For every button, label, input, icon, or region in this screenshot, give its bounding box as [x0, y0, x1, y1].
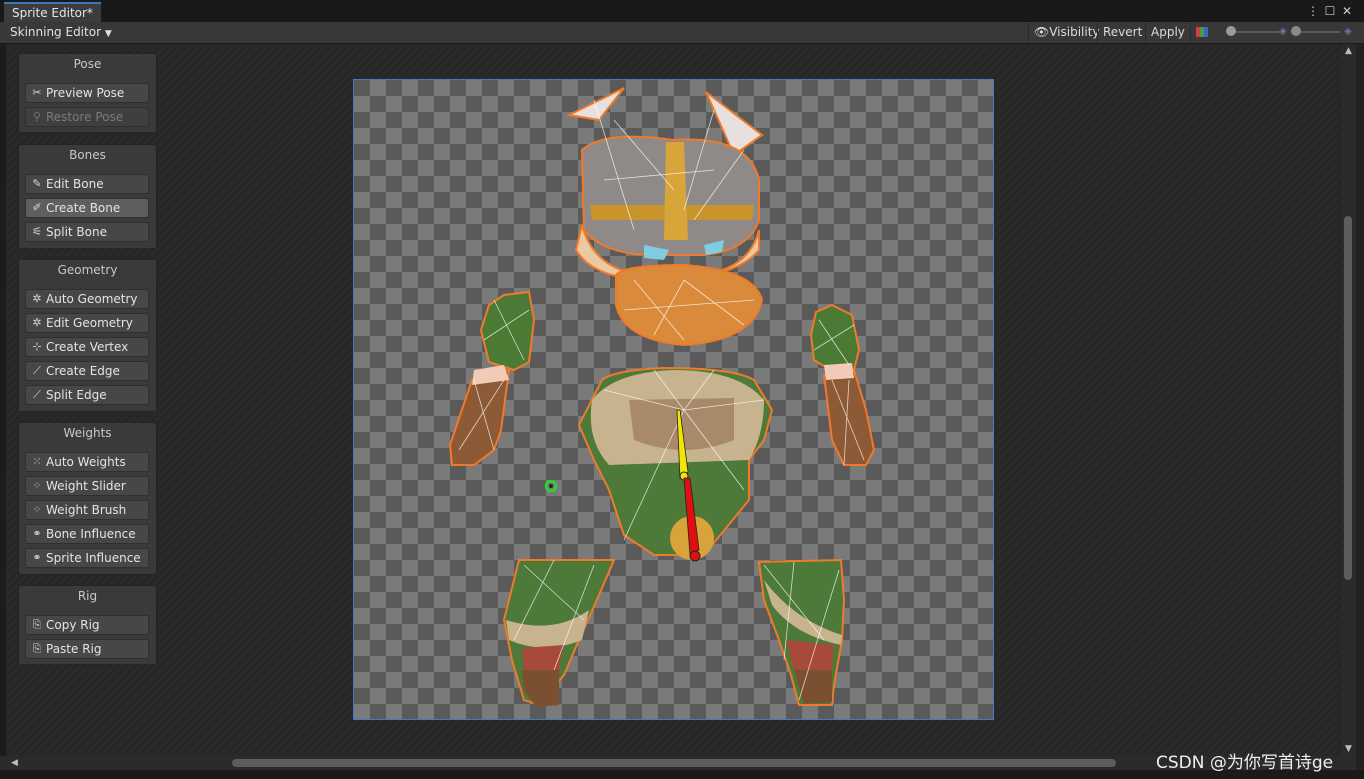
watermark: CSDN @为你写首诗ge: [1156, 753, 1334, 773]
copy-icon: ⎘: [32, 618, 42, 631]
horizontal-scroll-thumb[interactable]: [232, 759, 1116, 767]
rig-panel-title: Rig: [77, 589, 98, 603]
weight-brush-label: Weight Brush: [46, 503, 127, 517]
revert-button[interactable]: Revert: [1097, 23, 1147, 42]
color-palette-icon: [1196, 27, 1208, 37]
skinning-editor-label: Skinning Editor: [10, 25, 101, 39]
create-vertex-button[interactable]: ⊹ Create Vertex: [25, 337, 149, 357]
edit-geometry-button[interactable]: ✲ Edit Geometry: [25, 313, 149, 333]
auto-geometry-icon: ✲: [32, 292, 42, 305]
create-vertex-icon: ⊹: [32, 340, 42, 353]
geometry-panel: Geometry ✲ Auto Geometry ✲ Edit Geometry ⊹…: [18, 259, 157, 412]
bone-influence-button[interactable]: ⚭ Bone Influence: [25, 524, 149, 544]
bone-influence-icon: ⚭: [32, 527, 42, 540]
create-edge-button[interactable]: ⟋ Create Edge: [25, 361, 149, 381]
weight-slider-icon: ⁘: [32, 479, 42, 492]
vertical-scroll-thumb[interactable]: [1344, 216, 1352, 580]
split-edge-label: Split Edge: [46, 388, 107, 402]
bone-influence-label: Bone Influence: [46, 527, 136, 541]
skinning-editor-dropdown[interactable]: Skinning Editor ▼: [4, 24, 118, 41]
sprite-canvas[interactable]: [353, 79, 994, 720]
title-bar: Sprite Editor* ⋮ ☐ ✕: [0, 0, 1364, 22]
pose-icon: ✂: [32, 86, 42, 99]
sprite-influence-icon: ⚭: [32, 551, 42, 564]
opacity-slider-track[interactable]: [1232, 31, 1280, 33]
weight-slider-label: Weight Slider: [46, 479, 126, 493]
weight-slider-button[interactable]: ⁘ Weight Slider: [25, 476, 149, 496]
create-bone-label: Create Bone: [46, 201, 121, 215]
sprite-torso[interactable]: [577, 366, 774, 560]
restore-pose-button[interactable]: ⚲ Restore Pose: [25, 107, 149, 127]
editor-toolbar: Skinning Editor ▼ 👁Visibility Revert App…: [0, 22, 1364, 44]
rig-panel: Rig ⎘ Copy Rig ⎘ Paste Rig: [18, 585, 157, 665]
copy-rig-label: Copy Rig: [46, 618, 100, 632]
sprite-leg-left[interactable]: [502, 559, 616, 707]
split-bone-button[interactable]: ⚟ Split Bone: [25, 222, 149, 242]
bones-panel-title: Bones: [69, 148, 106, 162]
scroll-up-icon[interactable]: ▲: [1345, 46, 1352, 56]
more-options-icon[interactable]: ⋮: [1306, 3, 1320, 19]
sprite-parts-overlay: [448, 87, 876, 707]
create-bone-icon: ✐: [32, 201, 42, 214]
auto-geometry-label: Auto Geometry: [46, 292, 138, 306]
sprite-arm-right[interactable]: [809, 303, 876, 466]
edit-geometry-label: Edit Geometry: [46, 316, 133, 330]
sprite-leg-right[interactable]: [757, 558, 846, 706]
sprite-arm-left[interactable]: [448, 290, 536, 466]
split-edge-button[interactable]: ⟋ Split Edge: [25, 385, 149, 405]
bone-opacity-icon: ◈: [1344, 26, 1352, 37]
mesh-opacity-slider-thumb[interactable]: [1291, 26, 1301, 36]
auto-weights-button[interactable]: ⁙ Auto Weights: [25, 452, 149, 472]
preview-pose-label: Preview Pose: [46, 86, 125, 100]
create-bone-button[interactable]: ✐ Create Bone: [25, 198, 149, 218]
color-toggle-button[interactable]: [1190, 23, 1215, 42]
scroll-down-icon[interactable]: ▼: [1345, 744, 1352, 754]
paste-rig-button[interactable]: ⎘ Paste Rig: [25, 639, 149, 659]
mesh-opacity-slider-track[interactable]: [1296, 31, 1340, 33]
create-vertex-label: Create Vertex: [46, 340, 129, 354]
weights-panel: Weights ⁙ Auto Weights ⁘ Weight Slider ⁘ We…: [18, 422, 157, 575]
bone-pivot-handle[interactable]: [544, 479, 558, 493]
auto-geometry-button[interactable]: ✲ Auto Geometry: [25, 289, 149, 309]
paste-icon: ⎘: [32, 642, 42, 655]
restore-pose-label: Restore Pose: [46, 110, 124, 124]
auto-weights-icon: ⁙: [32, 455, 42, 468]
eye-icon: 👁: [1034, 25, 1050, 39]
dropdown-arrow-icon: ▼: [104, 29, 112, 39]
preview-pose-button[interactable]: ✂ Preview Pose: [25, 83, 149, 103]
mesh-opacity-icon: ◈: [1279, 26, 1287, 37]
left-edge: [0, 44, 6, 756]
visibility-button[interactable]: 👁Visibility: [1028, 23, 1105, 42]
pose-panel-title: Pose: [73, 57, 102, 71]
split-edge-icon: ⟋: [33, 388, 41, 401]
split-bone-icon: ⚟: [32, 225, 42, 238]
apply-button[interactable]: Apply: [1145, 23, 1190, 42]
edit-geometry-icon: ✲: [32, 316, 42, 329]
edit-bone-button[interactable]: ✎ Edit Bone: [25, 174, 149, 194]
sprite-head[interactable]: [565, 87, 764, 347]
paste-rig-label: Paste Rig: [46, 642, 102, 656]
split-bone-label: Split Bone: [46, 225, 107, 239]
maximize-icon[interactable]: ☐: [1323, 3, 1337, 19]
geometry-panel-title: Geometry: [57, 263, 118, 277]
auto-weights-label: Auto Weights: [46, 455, 126, 469]
edit-bone-icon: ✎: [32, 177, 42, 190]
weights-panel-title: Weights: [63, 426, 112, 440]
tab-sprite-editor[interactable]: Sprite Editor*: [4, 2, 101, 22]
create-edge-label: Create Edge: [46, 364, 120, 378]
opacity-slider-thumb[interactable]: [1226, 26, 1236, 36]
weight-brush-button[interactable]: ⁘ Weight Brush: [25, 500, 149, 520]
weight-brush-icon: ⁘: [32, 503, 42, 516]
bones-panel: Bones ✎ Edit Bone ✐ Create Bone ⚟ Split Bon…: [18, 144, 157, 249]
close-icon[interactable]: ✕: [1340, 3, 1354, 19]
restore-icon: ⚲: [32, 110, 42, 123]
create-edge-icon: ⟋: [33, 364, 41, 377]
sprite-influence-label: Sprite Influence: [46, 551, 141, 565]
edit-bone-label: Edit Bone: [46, 177, 104, 191]
scroll-left-icon[interactable]: ◀: [11, 758, 18, 768]
copy-rig-button[interactable]: ⎘ Copy Rig: [25, 615, 149, 635]
visibility-label: Visibility: [1049, 25, 1100, 39]
pose-panel: Pose ✂ Preview Pose ⚲ Restore Pose: [18, 53, 157, 133]
sprite-influence-button[interactable]: ⚭ Sprite Influence: [25, 548, 149, 568]
